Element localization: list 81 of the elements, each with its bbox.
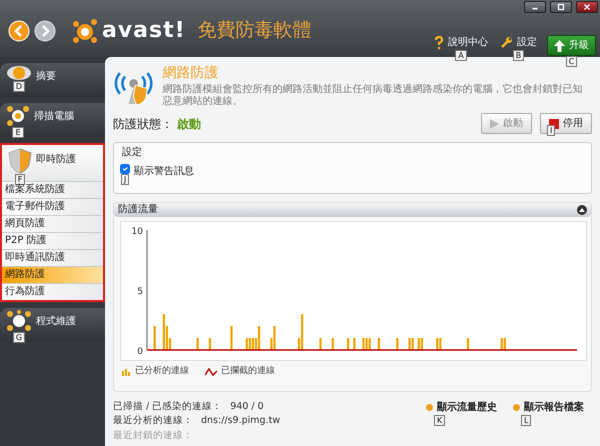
- settings-legend: 設定: [120, 145, 144, 160]
- back-icon[interactable]: [8, 20, 30, 42]
- chart-bar: [332, 338, 334, 350]
- stat-value: dns://s9.pimg.tw: [201, 414, 280, 428]
- header-button[interactable]: 設定: [498, 35, 539, 50]
- sidebar-label: 摘要: [36, 70, 56, 84]
- chart-bar: [466, 338, 470, 350]
- up-arrow-icon: [554, 40, 565, 52]
- help-icon: [434, 36, 444, 50]
- stat-label: 最近封鎖的連線：: [113, 428, 193, 442]
- traffic-title: 防護流量: [118, 203, 158, 217]
- y-tick-label: 0: [137, 347, 143, 357]
- bullet-icon: [513, 404, 520, 411]
- minimize-icon[interactable]: [524, 1, 546, 13]
- report-link[interactable]: 顯示流量歷史: [426, 400, 497, 415]
- bullet-icon: [426, 404, 433, 411]
- shortcut-key: I: [547, 125, 556, 136]
- close-icon[interactable]: [576, 1, 598, 13]
- sidebar-item[interactable]: G 程式維護: [0, 308, 105, 342]
- sidebar-item[interactable]: E 掃描電腦: [0, 103, 105, 137]
- gears-icon: [6, 310, 32, 332]
- shortcut-key: E: [12, 127, 24, 138]
- shortcut-key: A: [455, 50, 467, 61]
- chart-bar: [396, 338, 398, 350]
- legend-line-icon: [205, 368, 217, 376]
- forward-icon[interactable]: [34, 20, 56, 42]
- chart-bar: [208, 338, 212, 350]
- sidebar-label: 程式維護: [36, 314, 76, 329]
- description-text: 網路防護模組會監控所有的網路活動並阻止任何病毒透過網路感染你的電腦，它也會封鎖對已知惡意網站的連線。: [162, 84, 584, 108]
- y-tick-label: 10: [132, 227, 143, 237]
- chart-bar: [154, 326, 156, 350]
- legend-label: 已分析的連線: [135, 365, 189, 378]
- legend-label: 已攔截的連線: [221, 365, 275, 378]
- option-label: 顯示警告訊息: [134, 164, 194, 179]
- stat-label: 已掃描 / 已感染的連線：: [113, 400, 222, 414]
- logo-icon: [72, 18, 98, 44]
- play-icon: [490, 118, 499, 128]
- shortcut-key: F: [14, 174, 26, 185]
- stop-button[interactable]: 停用 I: [540, 113, 592, 134]
- shield-icon: [8, 148, 32, 174]
- stat-value: 940 / 0: [230, 400, 264, 414]
- maximize-icon[interactable]: [550, 1, 572, 13]
- shortcut-key: J: [120, 174, 130, 185]
- status-label: 防護狀態：: [113, 116, 173, 132]
- sidebar-subitem[interactable]: P2P 防護: [2, 232, 103, 249]
- collapse-icon[interactable]: [577, 205, 587, 215]
- header-button[interactable]: 說明中心: [432, 35, 490, 50]
- eye-icon: [6, 65, 32, 81]
- sidebar-subitem[interactable]: 即時通訊防護: [2, 249, 103, 266]
- chart-bar: [347, 338, 350, 350]
- shortcut-key: G: [12, 332, 26, 343]
- sidebar-label: 掃描電腦: [34, 110, 74, 124]
- shortcut-key: B: [512, 50, 524, 61]
- sidebar-subitem[interactable]: 行為防護: [2, 283, 103, 300]
- report-link[interactable]: 顯示報告檔案: [513, 400, 584, 415]
- y-tick-label: 5: [137, 287, 143, 297]
- shortcut-key: C: [566, 56, 578, 67]
- product-name: 免費防毒軟體: [198, 18, 312, 44]
- sidebar-subitem[interactable]: 網路防護: [2, 266, 103, 283]
- sidebar-subitem[interactable]: 檔案系統防護: [2, 181, 103, 198]
- wrench-icon: [500, 36, 513, 49]
- chart-bar: [353, 338, 356, 350]
- stat-label: 最近分析的連線：: [113, 414, 193, 428]
- checkbox[interactable]: [120, 164, 130, 174]
- chart-bar: [230, 326, 233, 350]
- chart-bar: [196, 338, 199, 350]
- status-value: 啟動: [177, 116, 201, 132]
- legend-bars-icon: [122, 368, 131, 376]
- sidebar-item[interactable]: D 摘要: [0, 63, 105, 97]
- upgrade-button[interactable]: 升級: [547, 35, 596, 56]
- sidebar-label: 即時防護: [36, 152, 76, 167]
- scan-icon: [6, 105, 30, 127]
- shortcut-key: L: [521, 415, 532, 426]
- shortcut-key: D: [12, 81, 26, 92]
- shortcut-key: K: [434, 415, 446, 426]
- sidebar-subitem[interactable]: 網頁防護: [2, 215, 103, 232]
- sidebar-subitem[interactable]: 電子郵件防護: [2, 198, 103, 215]
- chart-bar: [378, 338, 380, 350]
- page-title: 網路防護: [162, 64, 220, 83]
- chart-bar: [319, 338, 322, 350]
- logo-text: avast!: [102, 17, 186, 45]
